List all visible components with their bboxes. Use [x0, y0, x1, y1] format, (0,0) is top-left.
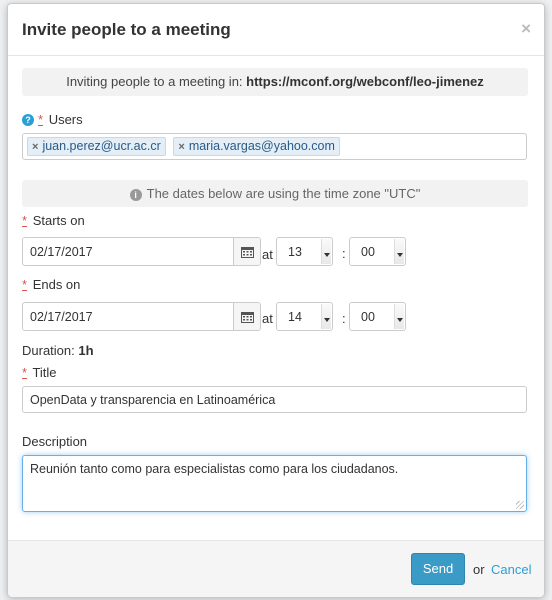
- timezone-note-text: The dates below are using the time zone …: [146, 186, 421, 201]
- start-minute-value: 00: [361, 245, 375, 259]
- close-icon[interactable]: ×: [521, 19, 531, 39]
- start-date-input[interactable]: 02/17/2017: [22, 237, 261, 266]
- required-marker: *: [22, 213, 28, 228]
- time-separator: :: [342, 311, 346, 326]
- invite-info-bar: Inviting people to a meeting in: https:/…: [22, 68, 528, 96]
- invite-info-url: https://mconf.org/webconf/leo-jimenez: [246, 74, 484, 89]
- required-marker: *: [22, 277, 28, 292]
- end-date-value: 02/17/2017: [30, 310, 93, 324]
- title-label: * Title: [22, 365, 57, 380]
- modal-footer: Send or Cancel: [8, 540, 544, 597]
- timezone-note: i The dates below are using the time zone…: [22, 180, 528, 207]
- calendar-icon[interactable]: [233, 303, 260, 330]
- end-date-input[interactable]: 02/17/2017: [22, 302, 261, 331]
- invite-modal: Invite people to a meeting × Inviting pe…: [7, 3, 545, 597]
- description-value: Reunión tanto como para especialistas co…: [30, 462, 399, 476]
- required-marker: *: [38, 112, 44, 127]
- user-tag-label: juan.perez@ucr.ac.cr: [42, 139, 161, 153]
- description-textarea[interactable]: Reunión tanto como para especialistas co…: [22, 455, 527, 512]
- invite-info-prefix: Inviting people to a meeting in:: [66, 74, 247, 89]
- end-minute-select[interactable]: 00: [349, 302, 406, 331]
- duration: Duration: 1h: [22, 343, 94, 358]
- chevron-down-icon: [321, 304, 331, 329]
- modal-header: Invite people to a meeting ×: [8, 4, 544, 56]
- title-input-value: OpenData y transparencia en Latinoaméric…: [30, 393, 276, 407]
- start-hour-select[interactable]: 13: [276, 237, 333, 266]
- at-label: at: [262, 311, 273, 326]
- help-icon[interactable]: ?: [22, 114, 34, 126]
- chevron-down-icon: [394, 304, 404, 329]
- ends-on-label: * Ends on: [22, 277, 81, 292]
- user-tag-label: maria.vargas@yahoo.com: [188, 139, 335, 153]
- time-separator: :: [342, 246, 346, 261]
- end-hour-value: 14: [288, 310, 302, 324]
- send-button[interactable]: Send: [411, 553, 465, 585]
- calendar-icon[interactable]: [233, 238, 260, 265]
- required-marker: *: [22, 365, 28, 380]
- remove-tag-icon[interactable]: ×: [178, 141, 184, 153]
- cancel-link[interactable]: Cancel: [491, 562, 531, 577]
- start-hour-value: 13: [288, 245, 302, 259]
- starts-on-label: * Starts on: [22, 213, 85, 228]
- info-icon: i: [129, 189, 142, 201]
- modal-title: Invite people to a meeting: [22, 20, 231, 39]
- resize-handle[interactable]: [516, 501, 524, 509]
- user-tag: × maria.vargas@yahoo.com: [173, 137, 340, 156]
- user-tag: × juan.perez@ucr.ac.cr: [27, 137, 166, 156]
- start-minute-select[interactable]: 00: [349, 237, 406, 266]
- remove-tag-icon[interactable]: ×: [32, 141, 38, 153]
- duration-value: 1h: [78, 343, 94, 358]
- start-date-value: 02/17/2017: [30, 245, 93, 259]
- duration-label: Duration:: [22, 343, 75, 358]
- description-label: Description: [22, 434, 88, 449]
- or-text: or: [473, 562, 485, 577]
- chevron-down-icon: [394, 239, 404, 264]
- end-minute-value: 00: [361, 310, 375, 324]
- chevron-down-icon: [321, 239, 331, 264]
- title-input[interactable]: OpenData y transparencia en Latinoaméric…: [22, 386, 527, 413]
- at-label: at: [262, 247, 273, 262]
- users-input[interactable]: × juan.perez@ucr.ac.cr × maria.vargas@yaho…: [22, 133, 527, 160]
- end-hour-select[interactable]: 14: [276, 302, 333, 331]
- users-label: ? * Users: [22, 112, 83, 127]
